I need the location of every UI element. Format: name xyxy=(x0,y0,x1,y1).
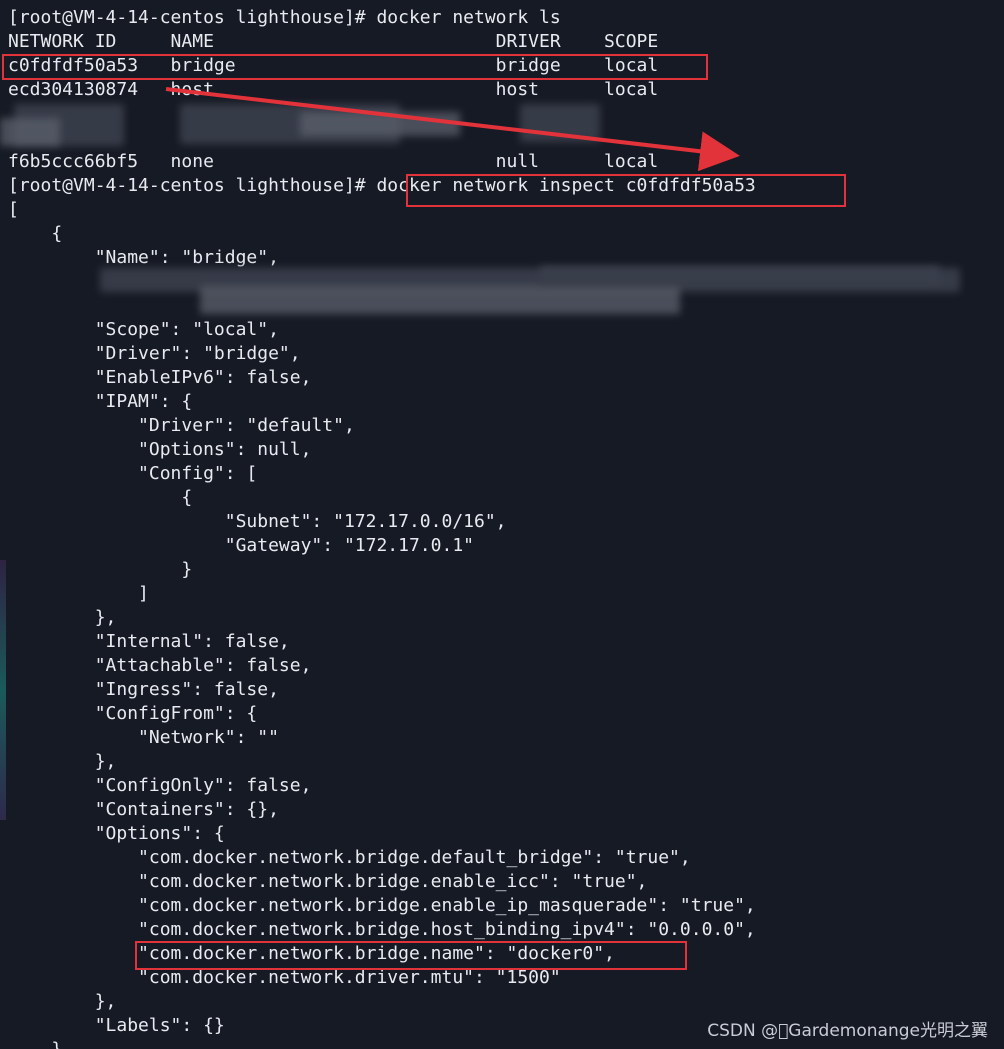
terminal-line: "Internal": false, xyxy=(8,631,290,652)
terminal-line: "com.docker.network.bridge.host_binding_… xyxy=(8,919,756,940)
terminal-line: { xyxy=(8,223,63,244)
terminal-line: ecd304130874 host host local xyxy=(8,79,659,100)
terminal-window[interactable]: [root@VM-4-14-centos lighthouse]# docker… xyxy=(0,0,1004,1049)
terminal-line: } xyxy=(8,1038,62,1049)
terminal-line: "Containers": {}, xyxy=(8,799,279,820)
terminal-line: "Config": [ xyxy=(8,463,258,484)
terminal-line: NETWORK ID NAME DRIVER SCOPE xyxy=(8,31,659,52)
redaction-blur xyxy=(520,104,600,142)
terminal-line: [ xyxy=(8,199,19,220)
terminal-line: [root@VM-4-14-centos lighthouse]# docker… xyxy=(8,7,561,28)
terminal-line: "IPAM": { xyxy=(8,391,193,412)
terminal-line: } xyxy=(8,559,193,580)
terminal-line: }, xyxy=(8,607,117,628)
redaction-blur xyxy=(540,266,940,284)
csdn-watermark: CSDN @ Gardemonange光明之翼 xyxy=(707,1021,988,1041)
terminal-line: "ConfigOnly": false, xyxy=(8,775,312,796)
terminal-line: }, xyxy=(8,991,117,1012)
highlight-bridge-row xyxy=(2,54,708,80)
terminal-line: "Network": "" xyxy=(8,727,279,748)
terminal-line: "Ingress": false, xyxy=(8,679,279,700)
desktop-background-strip xyxy=(0,560,6,820)
terminal-line: "Labels": {} xyxy=(8,1015,225,1036)
redaction-blur xyxy=(0,118,60,146)
terminal-line: "Options": { xyxy=(8,823,225,844)
terminal-line: "ConfigFrom": { xyxy=(8,703,258,724)
terminal-line: "Options": null, xyxy=(8,439,312,460)
terminal-line: "EnableIPv6": false, xyxy=(8,367,312,388)
terminal-line: "Gateway": "172.17.0.1" xyxy=(8,535,474,556)
terminal-line: "Subnet": "172.17.0.0/16", xyxy=(8,511,507,532)
terminal-line: "com.docker.network.bridge.enable_icc": … xyxy=(8,871,648,892)
terminal-line: { xyxy=(8,487,193,508)
terminal-line: "com.docker.network.bridge.enable_ip_mas… xyxy=(8,895,756,916)
terminal-line: "Driver": "bridge", xyxy=(8,343,301,364)
terminal-line: "Scope": "local", xyxy=(8,319,279,340)
highlight-bridge-name-option xyxy=(135,941,687,970)
terminal-line: ] xyxy=(8,583,149,604)
terminal-line: f6b5ccc66bf5 none null local xyxy=(8,151,659,172)
terminal-line: }, xyxy=(8,751,117,772)
highlight-inspect-command xyxy=(406,174,846,207)
redaction-blur xyxy=(200,286,680,314)
terminal-line: "Driver": "default", xyxy=(8,415,355,436)
terminal-line: "Attachable": false, xyxy=(8,655,312,676)
terminal-line: "com.docker.network.bridge.default_bridg… xyxy=(8,847,691,868)
redaction-blur xyxy=(300,112,460,136)
terminal-line: "Name": "bridge", xyxy=(8,247,279,268)
